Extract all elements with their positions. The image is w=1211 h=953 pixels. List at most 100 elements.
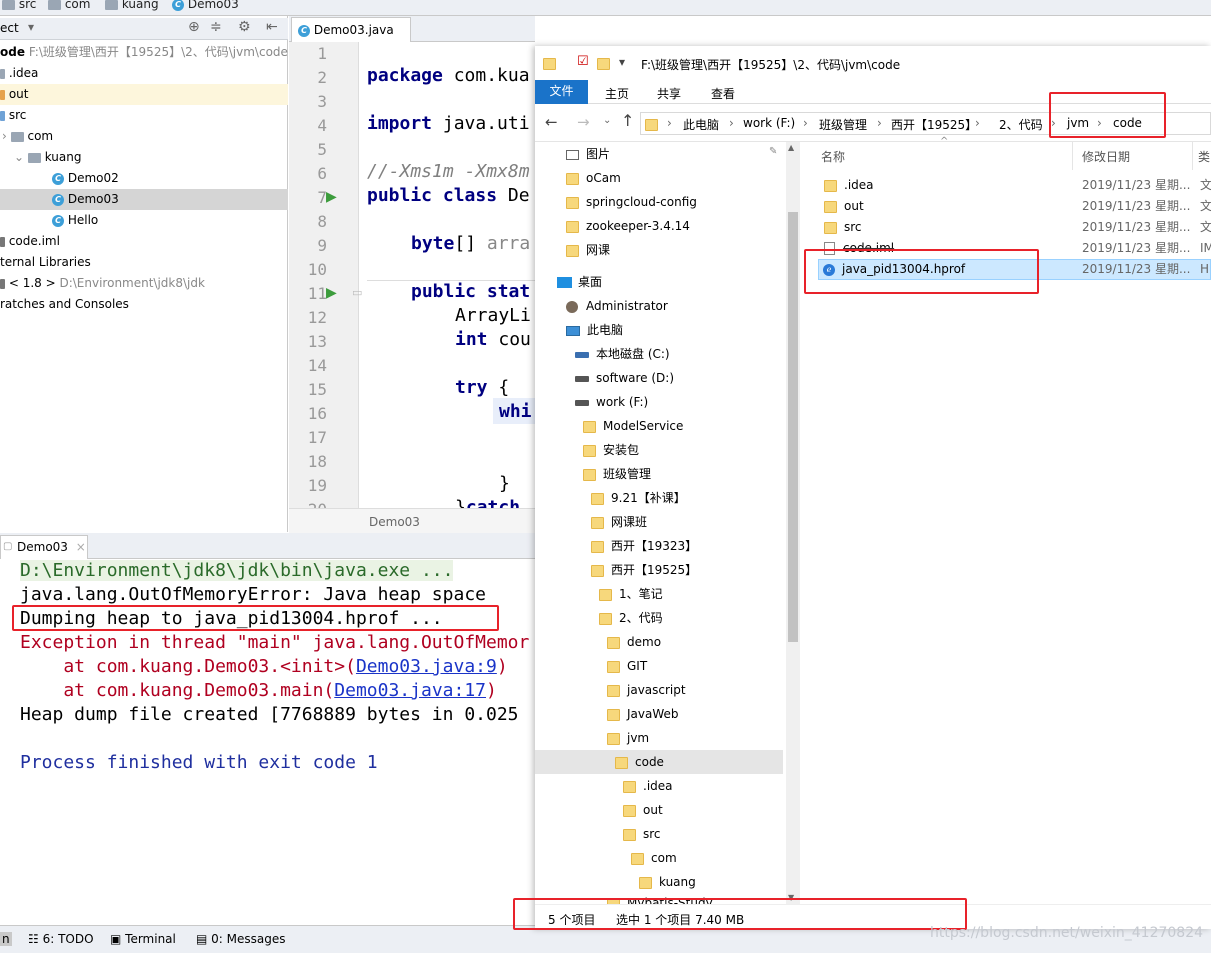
nav-item[interactable]: 此电脑 bbox=[566, 318, 623, 342]
messages-tool-button[interactable]: ▤ 0: Messages bbox=[196, 932, 286, 946]
nav-item[interactable]: kuang bbox=[639, 870, 696, 894]
scroll-up-icon[interactable]: ▲ bbox=[788, 143, 794, 152]
quick-access-dropdown-icon[interactable]: ▾ bbox=[619, 55, 625, 69]
nav-item[interactable]: JavaWeb bbox=[607, 702, 679, 726]
stack-link[interactable]: Demo03.java:9 bbox=[356, 656, 497, 677]
code-line-15: try { bbox=[455, 377, 510, 398]
breadcrumb-src[interactable]: src bbox=[2, 0, 36, 11]
tree-item-hello[interactable]: C Hello bbox=[0, 210, 288, 231]
address-segment[interactable]: work (F:) bbox=[743, 116, 795, 130]
nav-item[interactable]: 西开【19323】 bbox=[591, 534, 697, 558]
tree-item-demo02[interactable]: C Demo02 bbox=[0, 168, 288, 189]
nav-item[interactable]: src bbox=[623, 822, 661, 846]
tree-item-idea[interactable]: .idea bbox=[0, 63, 288, 84]
new-folder-icon[interactable] bbox=[597, 56, 617, 70]
nav-item[interactable]: 班级管理 bbox=[583, 462, 651, 486]
nav-item[interactable]: 本地磁盘 (C:) bbox=[575, 342, 670, 366]
tree-item-external-libraries[interactable]: ternal Libraries bbox=[0, 252, 288, 273]
nav-item[interactable]: com bbox=[631, 846, 677, 870]
nav-item[interactable]: javascript bbox=[607, 678, 686, 702]
pin-icon[interactable]: ✎ bbox=[769, 146, 777, 157]
breadcrumb-kuang[interactable]: kuang bbox=[105, 0, 159, 11]
tree-item-demo03[interactable]: C Demo03 bbox=[0, 189, 288, 210]
run-tab-demo03[interactable]: ▢ Demo03 × bbox=[0, 535, 88, 559]
nav-item[interactable]: 西开【19525】 bbox=[591, 558, 697, 582]
nav-item-code-selected[interactable]: code bbox=[615, 750, 664, 774]
address-segment[interactable]: 此电脑 bbox=[683, 116, 719, 133]
chevron-down-icon[interactable]: ⌄ bbox=[14, 150, 24, 164]
code-line-9: byte[] arra bbox=[411, 233, 531, 254]
column-date[interactable]: 修改日期 bbox=[1082, 148, 1130, 165]
file-row[interactable]: src 2019/11/23 星期... 文 bbox=[818, 217, 1211, 238]
folder-icon bbox=[645, 117, 665, 131]
nav-item[interactable]: software (D:) bbox=[575, 366, 674, 390]
console-icon: ▢ bbox=[3, 541, 13, 552]
run-gutter-icon[interactable]: ▶ bbox=[326, 189, 337, 205]
run-gutter-icon[interactable]: ▶ bbox=[326, 285, 337, 301]
nav-scrollbar-thumb[interactable] bbox=[788, 212, 798, 642]
nav-item[interactable]: springcloud-config bbox=[566, 190, 697, 214]
nav-item[interactable]: ModelService bbox=[583, 414, 683, 438]
nav-item[interactable]: oCam bbox=[566, 166, 621, 190]
nav-item[interactable]: Administrator bbox=[566, 294, 668, 318]
nav-item-desktop[interactable]: 桌面 bbox=[557, 270, 602, 294]
column-type[interactable]: 类 bbox=[1198, 148, 1210, 165]
nav-item[interactable]: work (F:) bbox=[575, 390, 648, 414]
terminal-tool-button[interactable]: ▣ Terminal bbox=[110, 932, 176, 946]
explorer-title-bar: ☑ ▾ F:\班级管理\西开【19525】\2、代码\jvm\code bbox=[535, 46, 1211, 80]
column-name[interactable]: 名称 bbox=[821, 148, 845, 165]
line-number: 4 bbox=[317, 116, 327, 135]
breadcrumb-demo03[interactable]: C Demo03 bbox=[172, 0, 239, 11]
stack-link[interactable]: Demo03.java:17 bbox=[334, 680, 486, 701]
ribbon-tab-home[interactable]: 主页 bbox=[605, 85, 629, 102]
todo-tool-button[interactable]: ☷ 6: TODO bbox=[28, 932, 94, 946]
hide-panel-icon[interactable]: ⇤ bbox=[266, 19, 278, 35]
nav-item[interactable]: zookeeper-3.4.14 bbox=[566, 214, 690, 238]
nav-item[interactable]: out bbox=[623, 798, 663, 822]
file-row[interactable]: .idea 2019/11/23 星期... 文 bbox=[818, 175, 1211, 196]
tree-item-out[interactable]: out bbox=[0, 84, 288, 105]
nav-item[interactable]: 图片 bbox=[566, 142, 610, 166]
locate-icon[interactable]: ⊕ bbox=[188, 19, 200, 35]
gear-icon[interactable]: ⚙ bbox=[238, 19, 251, 35]
file-row[interactable]: out 2019/11/23 星期... 文 bbox=[818, 196, 1211, 217]
nav-item[interactable]: 网课 bbox=[566, 238, 610, 262]
collapse-icon[interactable]: ≑ bbox=[210, 19, 222, 35]
forward-arrow-icon[interactable]: → bbox=[577, 113, 590, 131]
tree-item-code-iml[interactable]: code.iml bbox=[0, 231, 288, 252]
ribbon-tab-share[interactable]: 共享 bbox=[657, 85, 681, 102]
nav-item[interactable]: GIT bbox=[607, 654, 647, 678]
nav-item[interactable]: demo bbox=[607, 630, 661, 654]
nav-item[interactable]: 1、笔记 bbox=[599, 582, 663, 606]
ribbon-tab-view[interactable]: 查看 bbox=[711, 85, 735, 102]
properties-icon[interactable]: ☑ bbox=[577, 54, 589, 69]
address-segment[interactable]: 班级管理 bbox=[819, 116, 867, 133]
tree-item-jdk[interactable]: < 1.8 > D:\Environment\jdk8\jdk bbox=[0, 273, 288, 294]
run-tool-button[interactable]: n bbox=[0, 932, 12, 946]
nav-item[interactable]: 网课班 bbox=[591, 510, 647, 534]
recent-locations-icon[interactable]: ⌄ bbox=[603, 115, 611, 126]
tree-item-scratches[interactable]: ratches and Consoles bbox=[0, 294, 288, 315]
breadcrumb-com[interactable]: com bbox=[48, 0, 90, 11]
computer-icon bbox=[566, 325, 580, 336]
tree-item-com[interactable]: › com bbox=[0, 126, 288, 147]
console-line-exit: Process finished with exit code 1 bbox=[20, 752, 378, 773]
project-view-selector[interactable]: ect bbox=[0, 21, 19, 35]
nav-item[interactable]: 安装包 bbox=[583, 438, 639, 462]
tree-item-kuang[interactable]: ⌄ kuang bbox=[0, 147, 288, 168]
tree-item-src[interactable]: src bbox=[0, 105, 288, 126]
nav-item[interactable]: 2、代码 bbox=[599, 606, 663, 630]
address-segment[interactable]: 2、代码 bbox=[999, 116, 1043, 133]
code-line-2: package com.kua bbox=[367, 65, 530, 86]
nav-item[interactable]: .idea bbox=[623, 774, 673, 798]
close-icon[interactable]: × bbox=[76, 540, 86, 554]
nav-item[interactable]: 9.21【补课】 bbox=[591, 486, 686, 510]
ribbon-tab-file[interactable]: 文件 bbox=[535, 80, 588, 104]
editor-tab-demo03[interactable]: C Demo03.java × bbox=[291, 17, 411, 61]
nav-item[interactable]: jvm bbox=[607, 726, 649, 750]
tree-item-code[interactable]: ode F:\班级管理\西开【19525】\2、代码\jvm\code bbox=[0, 42, 288, 63]
back-arrow-icon[interactable]: ← bbox=[545, 113, 558, 131]
address-segment[interactable]: 西开【19525】 bbox=[891, 116, 977, 133]
up-arrow-icon[interactable]: ↑ bbox=[621, 111, 634, 130]
chevron-down-icon[interactable]: ▾ bbox=[28, 20, 34, 34]
